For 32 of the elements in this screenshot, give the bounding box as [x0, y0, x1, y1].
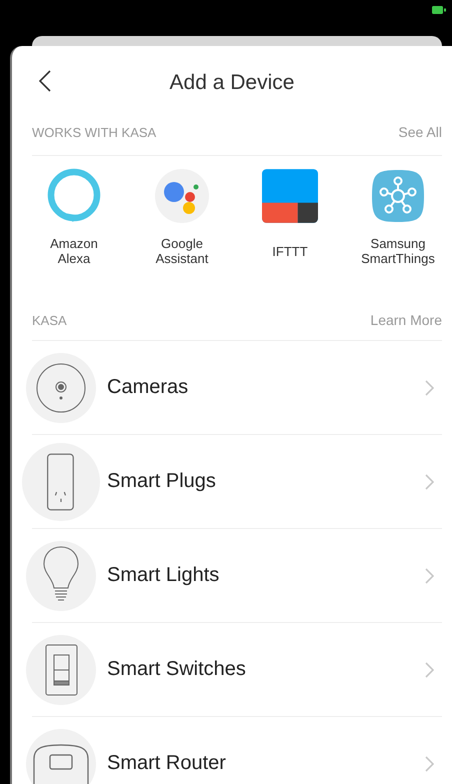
- category-label: Cameras: [107, 376, 190, 399]
- chevron-right-icon: [425, 380, 434, 396]
- battery-icon: [432, 6, 446, 14]
- plug-icon: [22, 442, 100, 520]
- category-label: Smart Router: [107, 752, 227, 775]
- category-label: Smart Lights: [107, 564, 220, 587]
- section-heading: KASA: [32, 312, 67, 328]
- integration-label: Amazon Alexa: [50, 236, 98, 266]
- camera-icon: [26, 352, 96, 422]
- dots-logo-icon[interactable]: [154, 168, 210, 224]
- screen-title: Add a Device: [170, 71, 294, 95]
- chevron-right-icon: [425, 756, 434, 772]
- integration-label: Samsung SmartThings: [361, 236, 435, 266]
- chevron-right-icon: [425, 662, 434, 678]
- device-category-row[interactable]: Smart Switches: [12, 623, 442, 716]
- device-category-row[interactable]: Smart Router: [12, 717, 442, 784]
- section-heading: WORKS WITH KASA: [32, 124, 156, 140]
- chevron-right-icon: [425, 474, 434, 490]
- bulb-icon: [26, 540, 96, 610]
- integration-label: IFTTT: [272, 242, 308, 260]
- integration-label: Google Assistant: [156, 236, 208, 266]
- device-category-row[interactable]: Cameras: [12, 341, 442, 434]
- back-button[interactable]: [38, 70, 52, 94]
- device-category-row[interactable]: Smart Plugs: [12, 435, 442, 528]
- device-category-row[interactable]: Smart Lights: [12, 529, 442, 622]
- blocks-logo-icon[interactable]: [262, 168, 318, 224]
- chevron-right-icon: [425, 568, 434, 584]
- router-icon: [26, 728, 96, 784]
- category-label: Smart Switches: [107, 658, 247, 681]
- category-label: Smart Plugs: [107, 470, 217, 493]
- hub-logo-icon[interactable]: [370, 168, 426, 224]
- switch-icon: [26, 634, 96, 704]
